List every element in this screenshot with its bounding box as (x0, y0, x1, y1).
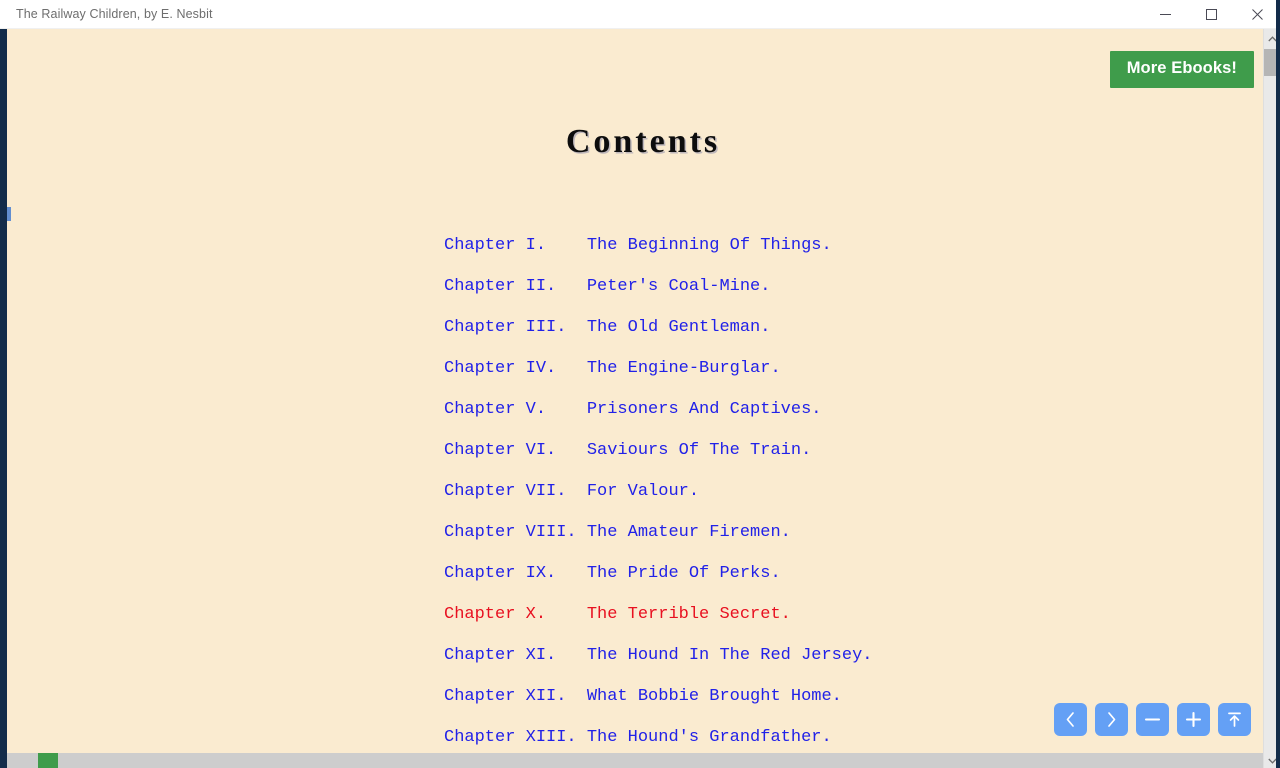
close-button[interactable] (1234, 0, 1280, 29)
toc-entry-title: Peter's Coal-Mine. (586, 277, 771, 296)
minimize-button[interactable] (1142, 0, 1188, 29)
toc-entry-title: Saviours Of The Train. (586, 441, 812, 460)
floating-toolbar (1054, 703, 1251, 736)
chevron-right-icon (1103, 711, 1120, 728)
toc-entry-number: Chapter VII. (444, 482, 587, 501)
toc-entry-title: The Terrible Secret. (586, 605, 791, 624)
minimize-icon (1159, 9, 1171, 20)
toc-entry-number: Chapter IV. (444, 359, 587, 378)
toc-entry[interactable]: Chapter V. Prisoners And Captives. (444, 389, 872, 430)
plus-icon (1184, 710, 1203, 729)
toc-entry-title: The Beginning Of Things. (586, 236, 832, 255)
toc-entry-number: Chapter XIII. (444, 728, 587, 747)
application-window: The Railway Children, by E. Nesbit More … (0, 0, 1280, 768)
page-title: Contents (565, 123, 721, 160)
maximize-button[interactable] (1188, 0, 1234, 29)
ebook-page: More Ebooks! Contents Chapter I. The Beg… (0, 29, 1280, 768)
toc-entry[interactable]: Chapter XI. The Hound In The Red Jersey. (444, 635, 872, 676)
toc-entry-number: Chapter I. (444, 236, 587, 255)
toc-entry-number: Chapter II. (444, 277, 587, 296)
arrow-up-to-line-icon (1225, 710, 1244, 729)
toc-entry-title: What Bobbie Brought Home. (586, 687, 842, 706)
scroll-to-top-button[interactable] (1218, 703, 1251, 736)
toc-entry[interactable]: Chapter III. The Old Gentleman. (444, 307, 872, 348)
toc-entry[interactable]: Chapter VI. Saviours Of The Train. (444, 430, 872, 471)
next-page-button[interactable] (1095, 703, 1128, 736)
toc-entry[interactable]: Chapter IX. The Pride Of Perks. (444, 553, 872, 594)
toc-entry-title: The Pride Of Perks. (586, 564, 781, 583)
toc-entry[interactable]: Chapter I. The Beginning Of Things. (444, 225, 872, 266)
toc-entry[interactable]: Chapter XIII. The Hound's Grandfather. (444, 717, 872, 758)
toc-entry-number: Chapter IX. (444, 564, 587, 583)
toc-entry-number: Chapter V. (444, 400, 587, 419)
toc-entry[interactable]: Chapter XII. What Bobbie Brought Home. (444, 676, 872, 717)
toc-entry-number: Chapter III. (444, 318, 587, 337)
toc-entry-number: Chapter XII. (444, 687, 587, 706)
toc-entry-title: Prisoners And Captives. (586, 400, 822, 419)
left-edge-accent (7, 207, 11, 221)
minus-icon (1143, 710, 1162, 729)
toc-entry-number: Chapter VIII. (444, 523, 587, 542)
previous-page-button[interactable] (1054, 703, 1087, 736)
toc-entry[interactable]: Chapter X. The Terrible Secret. (444, 594, 872, 635)
right-edge-border (1276, 0, 1280, 768)
toc-entry-number: Chapter XI. (444, 646, 587, 665)
toc-entry-title: For Valour. (586, 482, 700, 501)
toc-entry-title: The Hound In The Red Jersey. (586, 646, 873, 665)
more-ebooks-button[interactable]: More Ebooks! (1109, 51, 1254, 88)
maximize-icon (1205, 8, 1217, 20)
toc-entry[interactable]: Chapter VIII. The Amateur Firemen. (444, 512, 872, 553)
toc-entry[interactable]: Chapter II. Peter's Coal-Mine. (444, 266, 872, 307)
title-bar: The Railway Children, by E. Nesbit (0, 0, 1280, 29)
toc-entry-title: The Engine-Burglar. (586, 359, 781, 378)
horizontal-scrollbar[interactable] (7, 753, 1263, 768)
window-controls (1142, 0, 1280, 29)
zoom-out-button[interactable] (1136, 703, 1169, 736)
zoom-in-button[interactable] (1177, 703, 1210, 736)
toc-entry-number: Chapter VI. (444, 441, 587, 460)
toc-entry-title: The Hound's Grandfather. (586, 728, 832, 747)
reading-progress-indicator[interactable] (38, 753, 58, 768)
toc-entry-title: The Old Gentleman. (586, 318, 771, 337)
toc-entry[interactable]: Chapter IV. The Engine-Burglar. (444, 348, 872, 389)
table-of-contents: Chapter I. The Beginning Of Things. Chapt… (444, 225, 872, 768)
toc-entry-number: Chapter X. (444, 605, 587, 624)
window-title: The Railway Children, by E. Nesbit (16, 7, 213, 21)
close-icon (1251, 8, 1263, 20)
toc-entry-title: The Amateur Firemen. (586, 523, 791, 542)
toc-entry[interactable]: Chapter VII. For Valour. (444, 471, 872, 512)
chevron-left-icon (1062, 711, 1079, 728)
